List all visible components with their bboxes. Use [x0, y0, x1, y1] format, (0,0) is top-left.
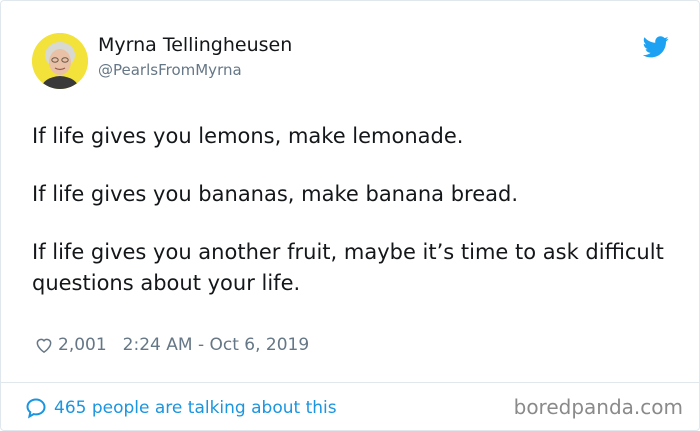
heart-icon[interactable] [34, 335, 54, 355]
conversation-link[interactable]: 465 people are talking about this [24, 395, 337, 421]
tweet-paragraph-3: If life gives you another fruit, maybe i… [32, 240, 664, 295]
tweet-text: If life gives you lemons, make lemonade.… [32, 121, 672, 326]
display-name[interactable]: Myrna Tellingheusen [98, 34, 292, 56]
watermark: boredpanda.com [513, 395, 683, 419]
tweet-paragraph-2: If life gives you bananas, make banana b… [32, 182, 519, 206]
user-handle[interactable]: @PearlsFromMyrna [98, 61, 242, 79]
avatar[interactable] [32, 33, 88, 89]
divider [1, 382, 700, 383]
tweet-card: Myrna Tellingheusen @PearlsFromMyrna If … [0, 0, 700, 431]
twitter-bird-icon[interactable] [643, 36, 669, 58]
speech-bubble-icon [26, 398, 46, 419]
tweet-timestamp[interactable]: 2:24 AM - Oct 6, 2019 [123, 335, 310, 355]
tweet-meta: 2,001 2:24 AM - Oct 6, 2019 [34, 333, 309, 357]
avatar-portrait [32, 33, 88, 89]
tweet-paragraph-1: If life gives you lemons, make lemonade. [32, 124, 464, 148]
like-count[interactable]: 2,001 [58, 335, 107, 355]
talking-text: 465 people are talking about this [54, 398, 337, 418]
